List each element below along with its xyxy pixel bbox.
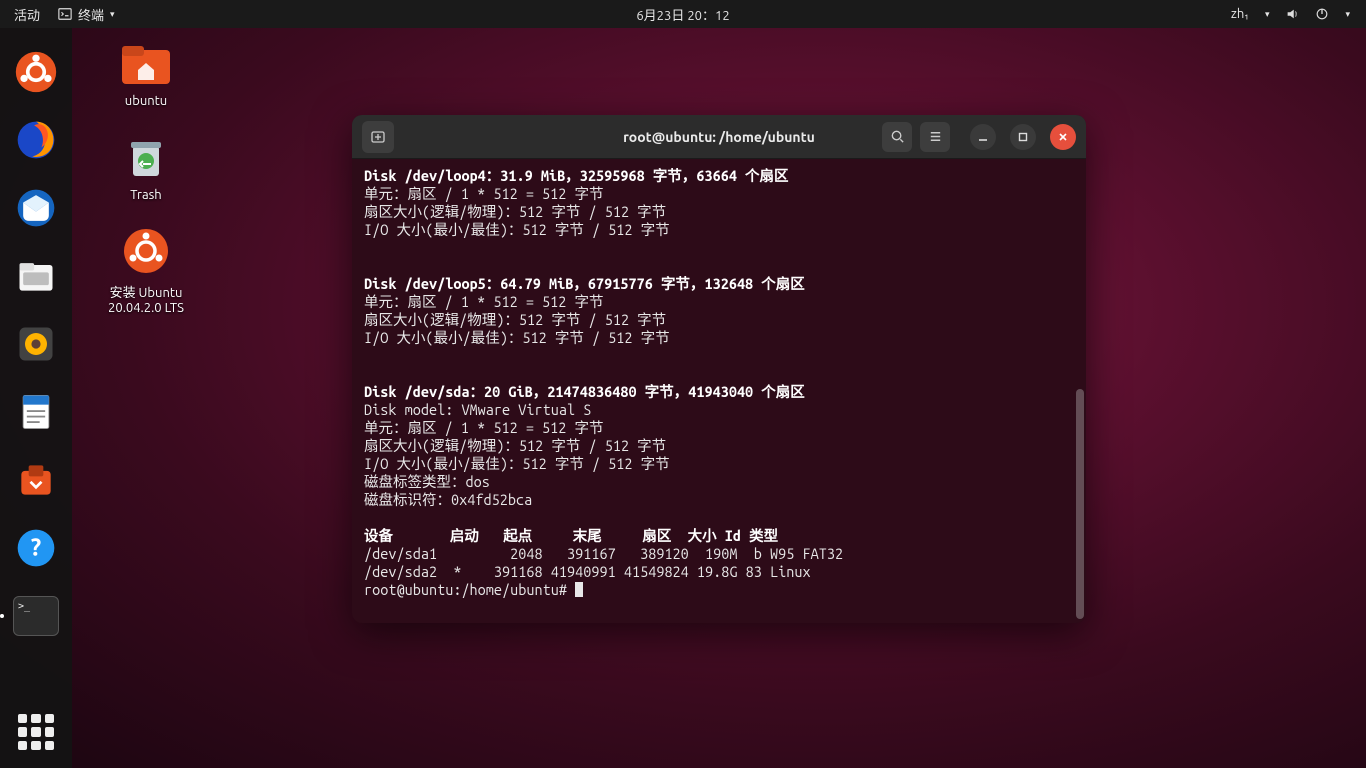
dock-libreoffice-writer[interactable] xyxy=(10,386,62,438)
svg-text:?: ? xyxy=(31,533,41,560)
desktop-home-folder[interactable]: ubuntu xyxy=(96,38,196,108)
dock-thunderbird[interactable] xyxy=(10,182,62,234)
terminal-line: Disk model: VMware Virtual S xyxy=(364,401,1074,419)
desktop-installer[interactable]: 安装 Ubuntu 20.04.2.0 LTS xyxy=(96,226,196,315)
terminal-output-area[interactable]: Disk /dev/loop4：31.9 MiB，32595968 字节，636… xyxy=(352,159,1086,623)
dock-firefox[interactable] xyxy=(10,114,62,166)
terminal-line: 单元：扇区 / 1 * 512 = 512 字节 xyxy=(364,293,1074,311)
new-tab-button[interactable] xyxy=(362,121,394,153)
terminal-line xyxy=(364,347,1074,365)
terminal-titlebar[interactable]: root@ubuntu: /home/ubuntu xyxy=(352,115,1086,159)
app-menu[interactable]: 终端 ▾ xyxy=(58,5,115,24)
desktop-icons: ubuntu Trash 安装 Ubuntu 20.04.2.0 LTS xyxy=(96,38,196,315)
desktop-installer-label-1: 安装 Ubuntu xyxy=(96,282,196,301)
terminal-line: I/O 大小(最小/最佳)：512 字节 / 512 字节 xyxy=(364,455,1074,473)
terminal-line xyxy=(364,257,1074,275)
cursor xyxy=(575,582,583,597)
terminal-window: root@ubuntu: /home/ubuntu Disk /dev/lo xyxy=(352,115,1086,623)
app-menu-label: 终端 xyxy=(78,5,104,24)
hamburger-menu-button[interactable] xyxy=(920,122,950,152)
terminal-line: I/O 大小(最小/最佳)：512 字节 / 512 字节 xyxy=(364,329,1074,347)
desktop-home-label: ubuntu xyxy=(96,94,196,108)
terminal-line: I/O 大小(最小/最佳)：512 字节 / 512 字节 xyxy=(364,221,1074,239)
terminal-prompt[interactable]: root@ubuntu:/home/ubuntu# xyxy=(364,581,1074,599)
terminal-title: root@ubuntu: /home/ubuntu xyxy=(623,129,815,145)
volume-icon[interactable] xyxy=(1285,7,1299,21)
terminal-line: 单元：扇区 / 1 * 512 = 512 字节 xyxy=(364,185,1074,203)
dock-help[interactable]: ? xyxy=(10,522,62,574)
terminal-line: /dev/sda1 2048 391167 389120 190M b W95 … xyxy=(364,545,1074,563)
scrollbar-thumb[interactable] xyxy=(1076,389,1084,619)
terminal-line: 磁盘标识符：0x4fd52bca xyxy=(364,491,1074,509)
terminal-line: Disk /dev/loop4：31.9 MiB，32595968 字节，636… xyxy=(364,167,1074,185)
terminal-line: 扇区大小(逻辑/物理)：512 字节 / 512 字节 xyxy=(364,311,1074,329)
dock-ubuntu-logo[interactable] xyxy=(10,46,62,98)
terminal-line xyxy=(364,239,1074,257)
terminal-line: 扇区大小(逻辑/物理)：512 字节 / 512 字节 xyxy=(364,203,1074,221)
chevron-down-icon: ▾ xyxy=(1265,9,1270,20)
input-method-indicator[interactable]: zh₁ xyxy=(1231,7,1249,21)
top-panel: 活动 终端 ▾ 6月23日 20：12 zh₁ ▾ ▾ xyxy=(0,0,1366,28)
terminal-line: 磁盘标签类型：dos xyxy=(364,473,1074,491)
chevron-down-icon: ▾ xyxy=(110,9,115,20)
window-maximize-button[interactable] xyxy=(1010,124,1036,150)
chevron-down-icon: ▾ xyxy=(1345,9,1350,20)
dock-software[interactable] xyxy=(10,454,62,506)
desktop-trash-label: Trash xyxy=(96,188,196,202)
search-button[interactable] xyxy=(882,122,912,152)
terminal-line xyxy=(364,365,1074,383)
terminal-app-icon xyxy=(58,7,72,21)
window-close-button[interactable] xyxy=(1050,124,1076,150)
terminal-line: /dev/sda2 * 391168 41940991 41549824 19.… xyxy=(364,563,1074,581)
dock-files[interactable] xyxy=(10,250,62,302)
window-minimize-button[interactable] xyxy=(970,124,996,150)
dock-terminal-running[interactable]: >_ xyxy=(10,590,62,642)
dock-rhythmbox[interactable] xyxy=(10,318,62,370)
terminal-line: 单元：扇区 / 1 * 512 = 512 字节 xyxy=(364,419,1074,437)
terminal-line: Disk /dev/sda：20 GiB，21474836480 字节，4194… xyxy=(364,383,1074,401)
clock[interactable]: 6月23日 20：12 xyxy=(636,5,729,24)
power-icon[interactable] xyxy=(1315,7,1329,21)
activities-button[interactable]: 活动 xyxy=(14,5,40,24)
show-applications-button[interactable] xyxy=(18,714,54,750)
desktop-installer-label-2: 20.04.2.0 LTS xyxy=(96,301,196,315)
dock: ? >_ xyxy=(0,28,72,768)
terminal-line: 扇区大小(逻辑/物理)：512 字节 / 512 字节 xyxy=(364,437,1074,455)
terminal-line: Disk /dev/loop5：64.79 MiB，67915776 字节，13… xyxy=(364,275,1074,293)
terminal-line xyxy=(364,509,1074,527)
desktop-trash[interactable]: Trash xyxy=(96,132,196,202)
terminal-line: 设备 启动 起点 末尾 扇区 大小 Id 类型 xyxy=(364,527,1074,545)
